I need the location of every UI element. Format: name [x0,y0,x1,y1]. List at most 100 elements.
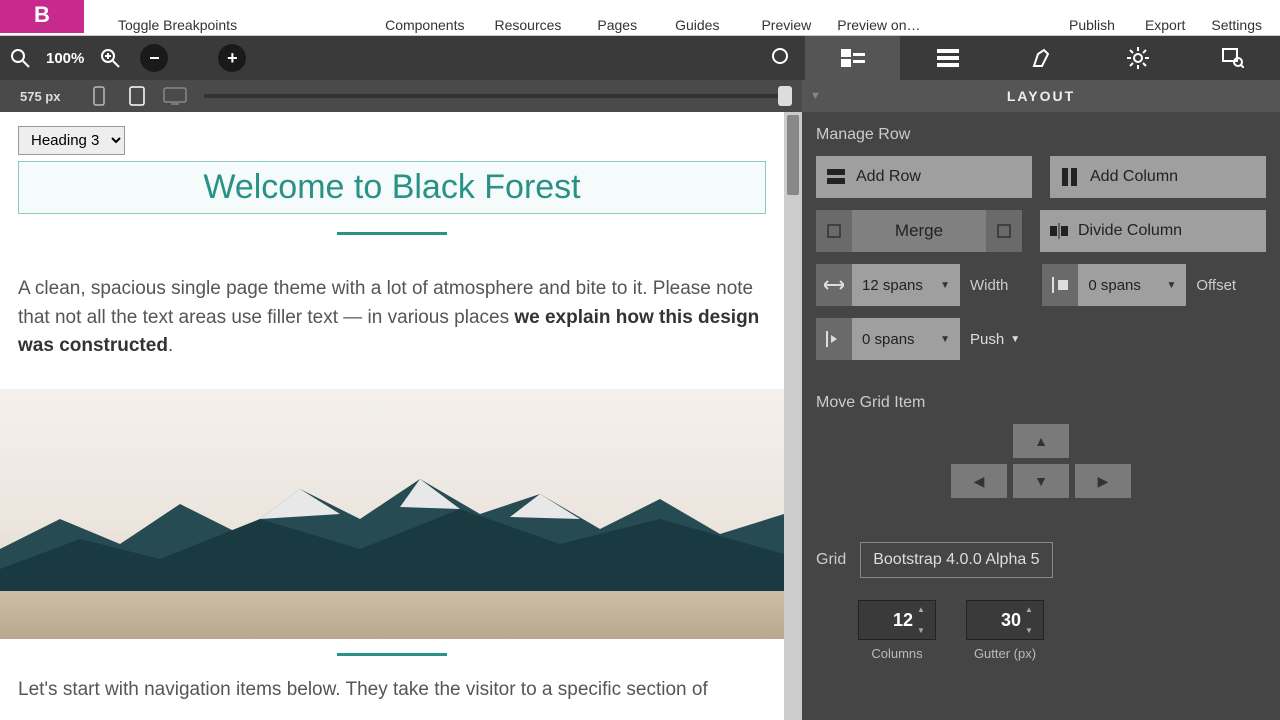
label: Push [970,331,1004,348]
label: Components [385,17,464,33]
merge-group: Merge [816,210,1022,252]
grid-label: Grid [816,551,846,569]
canvas-scrollbar[interactable] [784,112,802,720]
title-underline [337,232,447,235]
value: 12 spans [862,277,923,294]
components-button[interactable]: Components [381,17,468,33]
value: 0 spans [1088,277,1141,294]
move-up-button[interactable]: ▲ [1013,424,1069,458]
layout-panel: Manage Row Add Row Add Column Merge Divi… [802,112,1280,720]
slider-handle[interactable] [778,86,792,106]
push-icon [816,318,852,360]
page-title: Welcome to Black Forest [19,168,765,207]
merge-right-button[interactable] [986,210,1022,252]
columns-spinner[interactable]: ▲▼ [917,605,931,635]
width-select[interactable]: 12 spans▼ [852,264,960,306]
heading-select-input[interactable]: Heading 3 [18,126,125,155]
label: Export [1145,17,1185,33]
manage-row-title: Manage Row [816,126,1266,144]
intro-paragraph[interactable]: A clean, spacious single page theme with… [18,275,766,361]
move-down-button[interactable]: ▼ [1013,464,1069,498]
gutter-label: Gutter (px) [974,646,1036,661]
label: Pages [597,17,637,33]
toggle-breakpoints-button[interactable]: Toggle Breakpoints [114,17,241,33]
offset-label: Offset [1196,277,1236,294]
divide-column-button[interactable]: Divide Column [1040,210,1266,252]
grid-framework-select[interactable]: Bootstrap 4.0.0 Alpha 5 [860,542,1052,578]
offset-control: 0 spans ▼ [1042,264,1186,306]
move-right-button[interactable]: ▶ [1075,464,1131,498]
offset-select[interactable]: 0 spans ▼ [1078,264,1186,306]
columns-input[interactable]: 12 ▲▼ [858,600,936,640]
width-label: Width [970,277,1008,294]
zoom-in-icon[interactable] [90,38,130,78]
divide-icon [1050,223,1068,239]
style-tab[interactable] [995,36,1090,80]
settings-tab[interactable] [1090,36,1185,80]
columns-label: Columns [871,646,922,661]
record-icon[interactable] [755,36,805,76]
phone-portrait-icon[interactable] [84,81,114,111]
value: 30 [1001,610,1021,631]
label: Add Row [856,168,921,186]
move-left-button[interactable]: ◀ [951,464,1007,498]
tablet-portrait-icon[interactable] [122,81,152,111]
gutter-spinner[interactable]: ▲▼ [1025,605,1039,635]
add-column-icon [1060,167,1080,187]
heading-style-select[interactable]: Heading 3 [18,126,784,155]
label: Add Column [1090,168,1178,186]
merge-left-button[interactable] [816,210,852,252]
desktop-icon[interactable] [160,81,190,111]
resources-button[interactable]: Resources [490,17,565,33]
move-grid-title: Move Grid Item [816,394,1266,412]
layout-tab[interactable] [805,36,900,80]
panel-header-label: LAYOUT [1007,88,1075,104]
zoom-in-button[interactable]: + [218,44,246,72]
chevron-down-icon: ▼ [1166,280,1176,291]
push-mode-select[interactable]: Push ▼ [970,331,1020,348]
list-tab[interactable] [900,36,995,80]
chevron-down-icon: ▼ [810,90,823,102]
width-icon [816,264,852,306]
label: Preview on… [837,17,920,33]
label: Settings [1211,17,1262,33]
settings-button[interactable]: Settings [1207,17,1266,33]
hero-image[interactable] [0,389,784,639]
pages-button[interactable]: Pages [593,17,641,33]
page-title-block[interactable]: Welcome to Black Forest [18,161,766,214]
push-control: 0 spans▼ [816,318,960,360]
canvas-wrap: Heading 3 Welcome to Black Forest A clea… [0,112,802,720]
para1-c: . [168,335,173,356]
preview-on-button[interactable]: Preview on… [833,17,924,33]
main-area: Heading 3 Welcome to Black Forest A clea… [0,112,1280,720]
zoom-level: 100% [40,50,90,67]
label: Toggle Breakpoints [118,17,237,33]
value: 0 spans [862,331,915,348]
label: Guides [675,17,719,33]
add-column-button[interactable]: Add Column [1050,156,1266,198]
zoom-out-button[interactable]: − [140,44,168,72]
canvas[interactable]: Heading 3 Welcome to Black Forest A clea… [0,112,784,720]
guides-button[interactable]: Guides [671,17,723,33]
label: Resources [494,17,561,33]
preview-button[interactable]: Preview [757,17,815,33]
nav-paragraph[interactable]: Let's start with navigation items below.… [18,676,766,705]
add-row-icon [826,167,846,187]
add-row-button[interactable]: Add Row [816,156,1032,198]
search-icon[interactable] [0,38,40,78]
publish-button[interactable]: Publish [1065,17,1119,33]
push-select[interactable]: 0 spans▼ [852,318,960,360]
offset-icon [1042,264,1078,306]
zoom-toolbar: 100% − + [0,36,1280,80]
app-logo: B [0,0,84,33]
chevron-down-icon: ▼ [1010,334,1020,345]
gutter-input[interactable]: 30 ▲▼ [966,600,1044,640]
inspect-tab[interactable] [1185,36,1280,80]
label: Divide Column [1078,222,1182,240]
export-button[interactable]: Export [1141,17,1189,33]
panel-header[interactable]: ▼ LAYOUT [802,80,1280,112]
width-control: 12 spans▼ [816,264,960,306]
label: Preview [761,17,811,33]
breakpoint-slider[interactable] [204,94,792,98]
merge-button[interactable]: Merge [852,210,986,252]
